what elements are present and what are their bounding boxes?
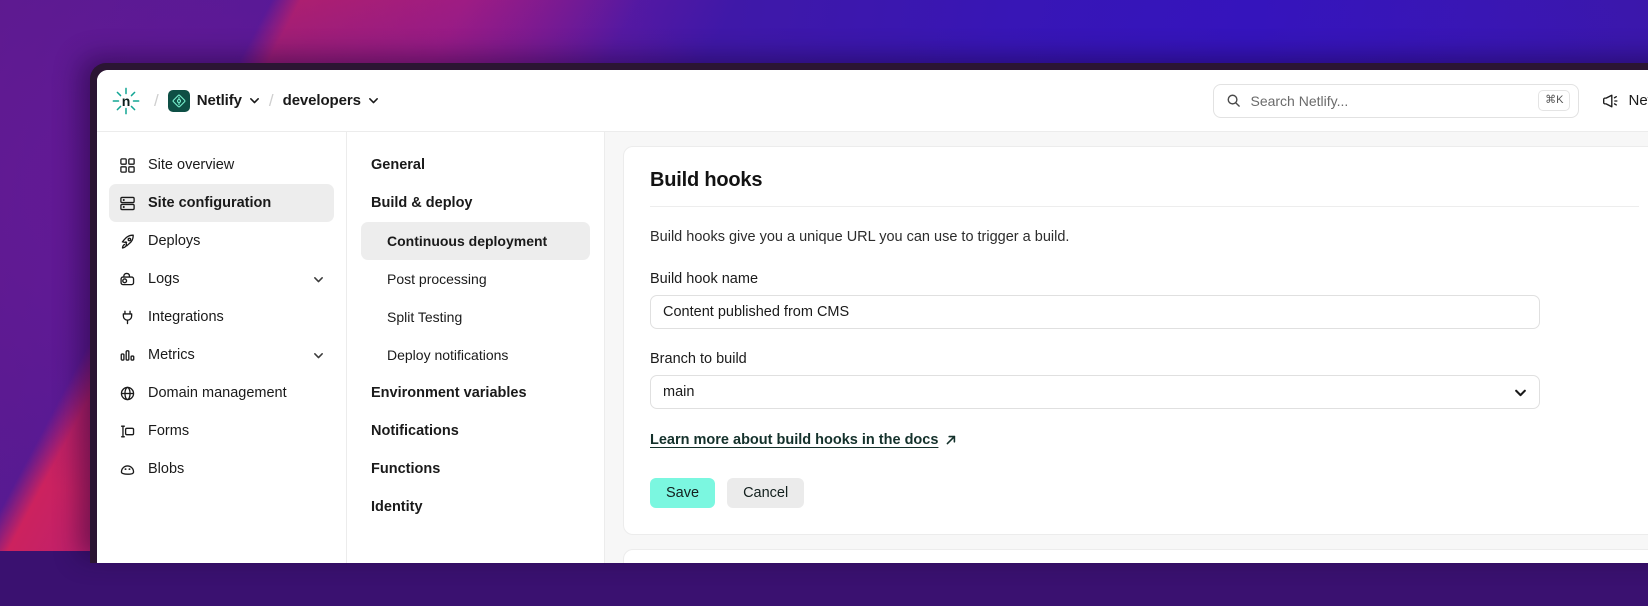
subnav-item-label: Build & deploy: [371, 195, 473, 211]
form-icon: [119, 423, 136, 440]
sidebar-item-logs[interactable]: Logs: [109, 260, 334, 298]
settings-subnav: General Build & deploy Continuous deploy…: [347, 132, 605, 563]
search-input[interactable]: Search Netlify... ⌘K: [1213, 84, 1579, 118]
branch-to-build-select[interactable]: main: [650, 375, 1540, 409]
page-title: Build hooks: [650, 169, 1639, 192]
rocket-icon: [119, 233, 136, 250]
plug-icon: [119, 309, 136, 326]
build-hook-name-value: Content published from CMS: [663, 304, 849, 320]
chevron-down-icon: [249, 95, 260, 106]
chevron-down-icon: [1514, 386, 1527, 399]
svg-text:n: n: [122, 93, 131, 109]
subnav-item-label: Split Testing: [387, 309, 462, 325]
chevron-down-icon: [368, 95, 379, 106]
learn-more-docs-label: Learn more about build hooks in the docs: [650, 432, 938, 448]
subnav-item-post-processing[interactable]: Post processing: [361, 260, 590, 298]
sidebar-item-label: Site overview: [148, 157, 324, 173]
subnav-item-environment-variables[interactable]: Environment variables: [361, 374, 590, 412]
title-divider: [650, 206, 1639, 207]
netlify-logo-icon[interactable]: n: [111, 86, 145, 116]
bar-chart-icon: [119, 347, 136, 364]
sidebar-item-deploys[interactable]: Deploys: [109, 222, 334, 260]
megaphone-icon: [1601, 92, 1619, 110]
build-hook-name-label: Build hook name: [650, 271, 1639, 287]
sidebar-item-label: Metrics: [148, 347, 301, 363]
search-shortcut-badge: ⌘K: [1538, 90, 1570, 110]
breadcrumb-site-label: developers: [283, 92, 361, 109]
branch-to-build-label: Branch to build: [650, 351, 1639, 367]
subnav-item-functions[interactable]: Functions: [361, 450, 590, 488]
breadcrumb-team-label: Netlify: [197, 92, 242, 109]
subnav-item-label: Identity: [371, 499, 423, 515]
subnav-item-continuous-deployment[interactable]: Continuous deployment: [361, 222, 590, 260]
sidebar-item-forms[interactable]: Forms: [109, 412, 334, 450]
main-content: Build hooks Build hooks give you a uniqu…: [605, 132, 1648, 563]
save-button[interactable]: Save: [650, 478, 715, 508]
sidebar-item-label: Logs: [148, 271, 301, 287]
subnav-item-split-testing[interactable]: Split Testing: [361, 298, 590, 336]
sidebar-item-site-configuration[interactable]: Site configuration: [109, 184, 334, 222]
sidebar-item-integrations[interactable]: Integrations: [109, 298, 334, 336]
sidebar-item-label: Integrations: [148, 309, 324, 325]
sidebar-item-site-overview[interactable]: Site overview: [109, 146, 334, 184]
subnav-item-label: Deploy notifications: [387, 347, 508, 363]
primary-sidebar: Site overview Site configuration Deploys: [97, 132, 347, 563]
grid-icon: [119, 157, 136, 174]
search-placeholder: Search Netlify...: [1250, 93, 1538, 109]
build-hook-name-field: Build hook name Content published from C…: [650, 271, 1639, 329]
learn-more-docs-link[interactable]: Learn more about build hooks in the docs: [650, 432, 957, 448]
form-actions: Save Cancel: [650, 478, 1639, 508]
breadcrumb-separator-2: /: [269, 91, 274, 111]
subnav-item-label: Post processing: [387, 271, 487, 287]
site-avatar-icon: [168, 90, 190, 112]
search-icon: [1226, 93, 1241, 108]
blob-icon: [119, 461, 136, 478]
sidebar-item-label: Forms: [148, 423, 324, 439]
chevron-down-icon[interactable]: [313, 274, 324, 285]
subnav-item-notifications[interactable]: Notifications: [361, 412, 590, 450]
next-card-partial: [623, 549, 1648, 563]
card-description: Build hooks give you a unique URL you ca…: [650, 229, 1639, 245]
subnav-item-label: Continuous deployment: [387, 233, 547, 249]
branch-to-build-value: main: [663, 384, 694, 400]
subnav-item-deploy-notifications[interactable]: Deploy notifications: [361, 336, 590, 374]
sidebar-item-label: Deploys: [148, 233, 324, 249]
subnav-item-identity[interactable]: Identity: [361, 488, 590, 526]
subnav-item-label: Environment variables: [371, 385, 527, 401]
subnav-item-label: General: [371, 157, 425, 173]
browser-window: n / Netlify / developers: [90, 63, 1648, 563]
top-bar-right: Search Netlify... ⌘K News: [1213, 84, 1648, 118]
breadcrumb-separator: /: [154, 91, 159, 111]
sidebar-item-metrics[interactable]: Metrics: [109, 336, 334, 374]
sidebar-item-label: Blobs: [148, 461, 324, 477]
subnav-item-label: Functions: [371, 461, 440, 477]
browser-viewport: n / Netlify / developers: [97, 70, 1648, 563]
news-label: News: [1628, 92, 1648, 109]
subnav-item-label: Notifications: [371, 423, 459, 439]
news-button[interactable]: News: [1601, 92, 1648, 110]
sidebar-item-blobs[interactable]: Blobs: [109, 450, 334, 488]
globe-icon: [119, 385, 136, 402]
sidebar-item-label: Domain management: [148, 385, 324, 401]
build-hook-name-input[interactable]: Content published from CMS: [650, 295, 1540, 329]
breadcrumb-item-site[interactable]: developers: [283, 92, 379, 109]
sidebar-item-label: Site configuration: [148, 195, 324, 211]
top-bar: n / Netlify / developers: [97, 70, 1648, 132]
subnav-item-general[interactable]: General: [361, 146, 590, 184]
logs-icon: [119, 271, 136, 288]
breadcrumb-item-team[interactable]: Netlify: [168, 90, 260, 112]
build-hooks-card: Build hooks Build hooks give you a uniqu…: [623, 146, 1648, 535]
sidebar-item-domain-management[interactable]: Domain management: [109, 374, 334, 412]
branch-to-build-field: Branch to build main: [650, 351, 1639, 409]
chevron-down-icon[interactable]: [313, 350, 324, 361]
sliders-icon: [119, 195, 136, 212]
external-link-arrow-icon: [945, 434, 957, 446]
subnav-item-build-and-deploy[interactable]: Build & deploy: [361, 184, 590, 222]
cancel-button[interactable]: Cancel: [727, 478, 804, 508]
content-columns: Site overview Site configuration Deploys: [97, 132, 1648, 563]
